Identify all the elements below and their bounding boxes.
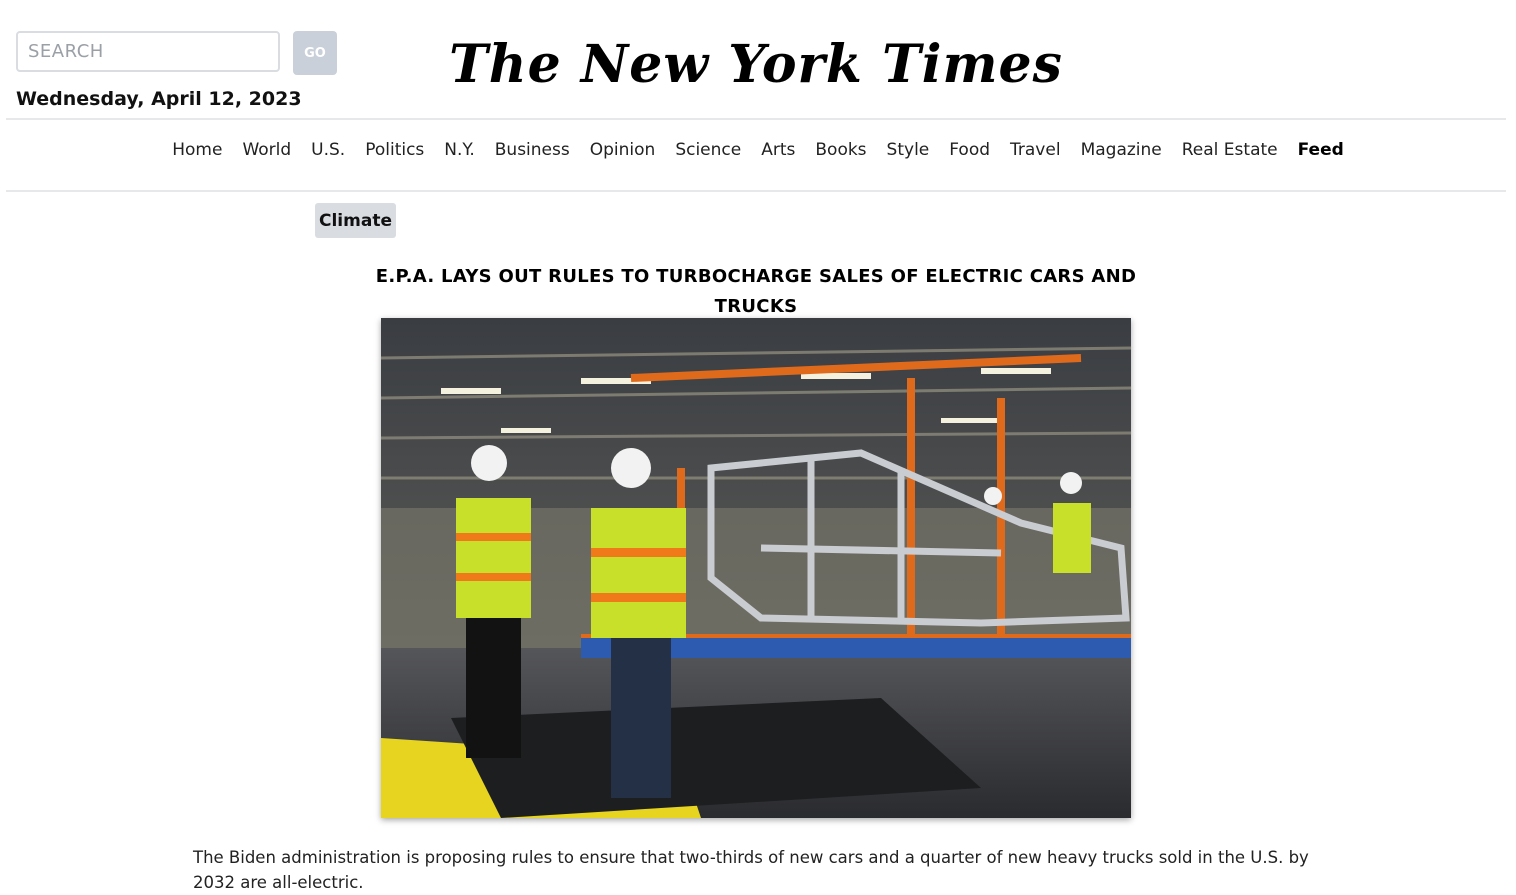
nav-item-opinion[interactable]: Opinion <box>590 140 656 160</box>
article-headline[interactable]: E.P.A. Lays Out Rules to Turbocharge Sal… <box>356 262 1156 322</box>
nav-item-world[interactable]: World <box>242 140 291 160</box>
nav-item-business[interactable]: Business <box>495 140 570 160</box>
nav-item-books[interactable]: Books <box>815 140 866 160</box>
nav-item-real-estate[interactable]: Real Estate <box>1182 140 1278 160</box>
article-summary[interactable]: The Biden administration is proposing ru… <box>193 845 1333 895</box>
search-input[interactable] <box>16 31 280 72</box>
nav-item-home[interactable]: Home <box>172 140 222 160</box>
header-divider <box>6 118 1506 120</box>
section-tag-climate[interactable]: Climate <box>315 203 396 238</box>
nav-item-science[interactable]: Science <box>675 140 741 160</box>
nav-divider <box>6 190 1506 192</box>
masthead-logo[interactable]: The New York Times <box>420 24 1092 104</box>
nav-item-politics[interactable]: Politics <box>365 140 424 160</box>
current-date: Wednesday, April 12, 2023 <box>16 88 302 110</box>
masthead-title: The New York Times <box>449 33 1063 95</box>
nav-item-us[interactable]: U.S. <box>311 140 345 160</box>
article-image[interactable] <box>381 318 1131 818</box>
go-button[interactable]: GO <box>293 31 337 75</box>
factory-photo-illustration <box>381 318 1131 818</box>
nav-item-travel[interactable]: Travel <box>1010 140 1061 160</box>
nav-item-food[interactable]: Food <box>949 140 990 160</box>
nav-item-feed[interactable]: Feed <box>1298 140 1344 160</box>
nav-item-magazine[interactable]: Magazine <box>1081 140 1162 160</box>
nav-item-ny[interactable]: N.Y. <box>444 140 474 160</box>
nav-item-style[interactable]: Style <box>887 140 930 160</box>
nav-item-arts[interactable]: Arts <box>761 140 795 160</box>
section-nav: Home World U.S. Politics N.Y. Business O… <box>0 140 1516 160</box>
